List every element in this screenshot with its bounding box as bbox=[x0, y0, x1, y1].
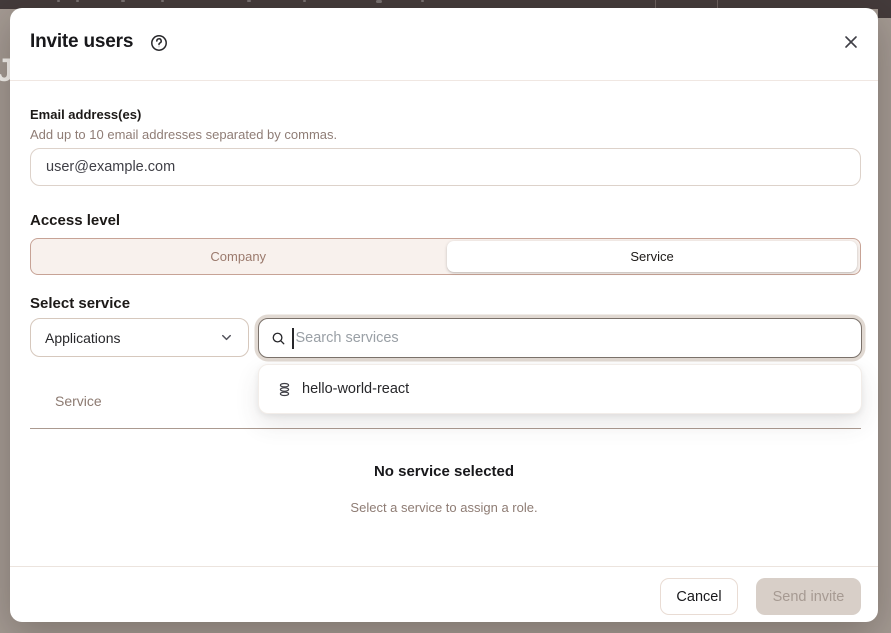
search-result-hello-world-react[interactable]: hello-world-react bbox=[259, 365, 861, 413]
email-input[interactable] bbox=[30, 148, 861, 186]
navbar-text-remnant bbox=[376, 0, 382, 3]
service-category-value: Applications bbox=[45, 330, 121, 346]
chevron-down-icon bbox=[219, 330, 234, 345]
navbar-text-remnant bbox=[247, 0, 251, 2]
email-label: Email address(es) bbox=[30, 107, 141, 122]
service-search-box[interactable] bbox=[258, 318, 862, 358]
access-option-service[interactable]: Service bbox=[447, 241, 857, 272]
search-result-label: hello-world-react bbox=[302, 381, 409, 397]
access-level-label: Access level bbox=[30, 212, 120, 229]
empty-state-subtitle: Select a service to assign a role. bbox=[10, 500, 878, 515]
email-helper-text: Add up to 10 email addresses separated b… bbox=[30, 127, 337, 142]
service-search-input[interactable] bbox=[296, 330, 850, 346]
access-level-segmented-control: Company Service bbox=[30, 238, 861, 275]
select-service-label: Select service bbox=[30, 295, 130, 312]
send-invite-button[interactable]: Send invite bbox=[756, 578, 861, 615]
footer-divider bbox=[10, 566, 878, 567]
navbar-text-remnant bbox=[57, 0, 60, 2]
text-caret bbox=[292, 328, 294, 349]
invite-users-modal: Invite users Email address(es) Add up to… bbox=[10, 8, 878, 622]
service-category-select[interactable]: Applications bbox=[30, 318, 249, 357]
table-header-service: Service bbox=[55, 393, 102, 409]
navbar-text-remnant bbox=[161, 0, 164, 2]
cancel-button[interactable]: Cancel bbox=[660, 578, 738, 615]
layers-icon bbox=[277, 382, 292, 397]
table-divider bbox=[30, 428, 861, 429]
navbar-text-remnant bbox=[303, 0, 306, 2]
background-page-text-remnant: J bbox=[0, 52, 10, 92]
help-circle-icon[interactable] bbox=[150, 34, 168, 52]
navbar-text-remnant bbox=[421, 0, 424, 2]
navbar-text-remnant bbox=[121, 0, 125, 2]
access-option-company[interactable]: Company bbox=[31, 239, 446, 274]
modal-title: Invite users bbox=[30, 31, 133, 53]
background-navbar-corner bbox=[878, 0, 891, 18]
close-icon[interactable] bbox=[841, 32, 861, 52]
navbar-text-remnant bbox=[76, 0, 79, 2]
search-results-dropdown: hello-world-react bbox=[258, 364, 862, 414]
empty-state-title: No service selected bbox=[10, 463, 878, 480]
search-icon bbox=[271, 331, 286, 346]
header-divider bbox=[10, 80, 878, 81]
